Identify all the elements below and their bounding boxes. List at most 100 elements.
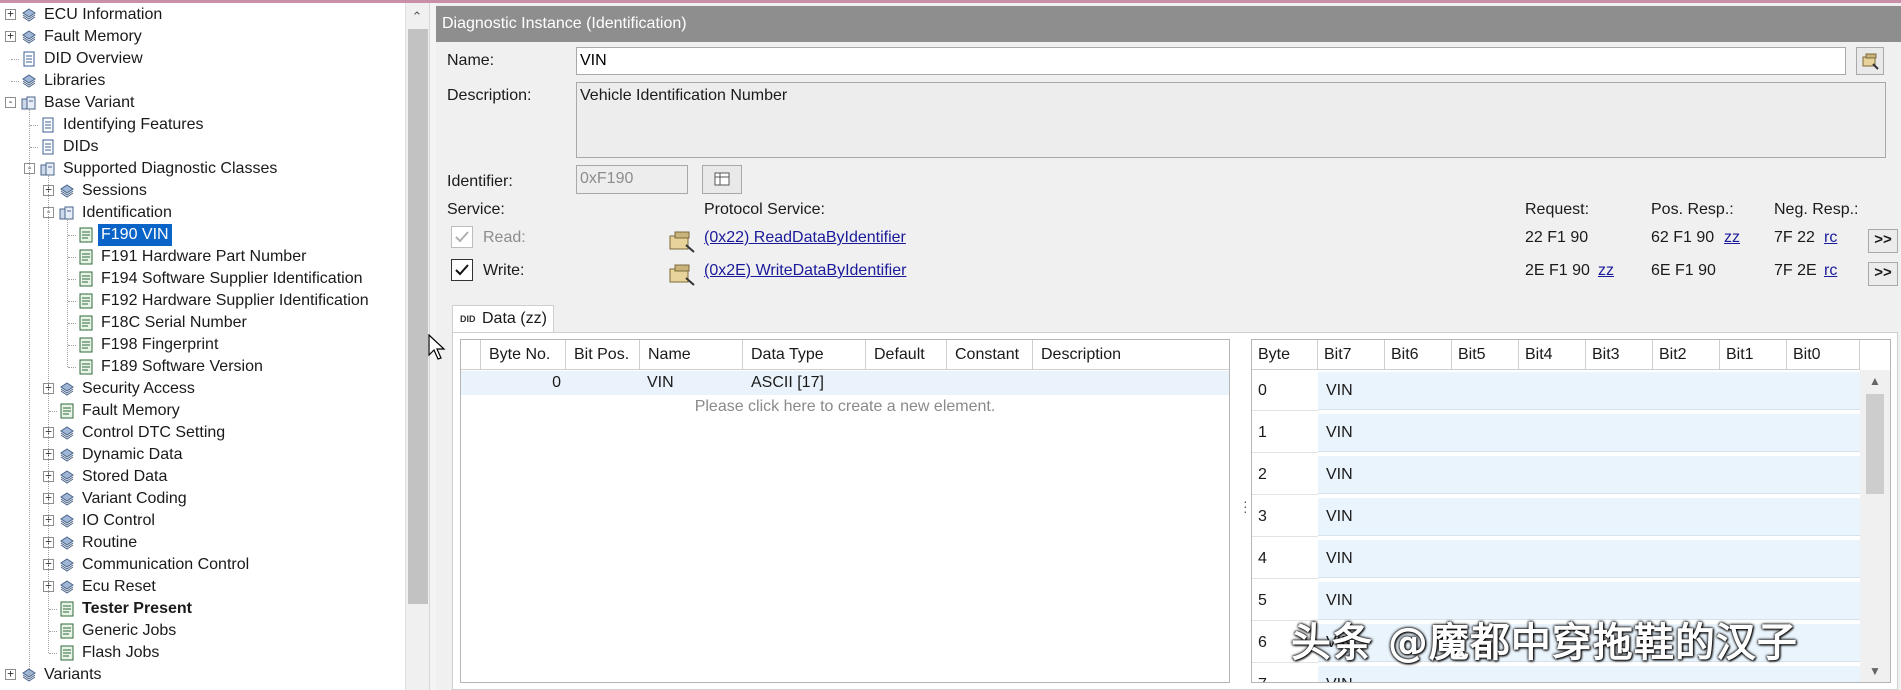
tree-item[interactable]: + Ecu Reset bbox=[0, 576, 405, 598]
column-header-bit-pos[interactable]: Bit Pos. bbox=[566, 340, 640, 370]
collapse-icon[interactable]: - bbox=[5, 96, 16, 108]
tree-item[interactable]: + Variants bbox=[0, 664, 405, 686]
write-checkbox[interactable] bbox=[451, 259, 473, 281]
tree-item[interactable]: - Identification bbox=[0, 202, 405, 224]
tree-item-label: Libraries bbox=[44, 72, 106, 89]
class-icon bbox=[60, 580, 74, 594]
read-neg-resp-link[interactable]: rc bbox=[1824, 228, 1837, 248]
write-service-edit-button[interactable] bbox=[667, 259, 697, 287]
name-input[interactable] bbox=[576, 47, 1846, 75]
bit-grid-scrollbar[interactable]: ▲ ▼ bbox=[1860, 370, 1890, 682]
tree-item[interactable]: F190 VIN bbox=[0, 224, 405, 246]
tree-item[interactable]: - Supported Diagnostic Classes bbox=[0, 158, 405, 180]
write-neg-resp-link[interactable]: rc bbox=[1824, 261, 1837, 281]
bit-grid-scrollbar-thumb[interactable] bbox=[1866, 394, 1884, 494]
column-header-name[interactable]: Name bbox=[640, 340, 743, 370]
tree-item[interactable]: Identifying Features bbox=[0, 114, 405, 136]
table-row[interactable]: 4 VIN bbox=[1252, 539, 1860, 579]
table-row[interactable]: 0 VIN ASCII [17] bbox=[461, 371, 1229, 395]
read-pos-resp-link[interactable]: zz bbox=[1724, 228, 1740, 248]
tree-item[interactable]: + ECU Information bbox=[0, 4, 405, 26]
read-protocol-service-link[interactable]: (0x22) ReadDataByIdentifier bbox=[704, 228, 906, 248]
table-row[interactable]: 5 VIN bbox=[1252, 581, 1860, 621]
tree-connector bbox=[68, 257, 76, 258]
write-protocol-service-link[interactable]: (0x2E) WriteDataByIdentifier bbox=[704, 261, 906, 281]
write-request-link[interactable]: zz bbox=[1598, 261, 1614, 281]
column-header-bit6: Bit6 bbox=[1385, 340, 1452, 370]
read-more-button[interactable]: >> bbox=[1868, 229, 1898, 253]
tree-item[interactable]: + Control DTC Setting bbox=[0, 422, 405, 444]
description-field[interactable]: Vehicle Identification Number bbox=[576, 82, 1886, 158]
read-service-edit-button[interactable] bbox=[667, 226, 697, 254]
checkmark-icon bbox=[455, 231, 469, 243]
tree-item[interactable]: + Sessions bbox=[0, 180, 405, 202]
name-label: Name: bbox=[447, 52, 495, 69]
tree-item[interactable]: F194 Software Supplier Identification bbox=[0, 268, 405, 290]
tree-item[interactable]: Flash Jobs bbox=[0, 642, 405, 664]
table-row[interactable]: 1 VIN bbox=[1252, 413, 1860, 453]
cell-name: VIN bbox=[647, 374, 674, 391]
expand-icon[interactable]: + bbox=[5, 668, 16, 680]
expand-icon[interactable]: + bbox=[5, 8, 16, 20]
identifier-field: 0xF190 bbox=[576, 165, 688, 194]
expand-icon[interactable]: + bbox=[5, 30, 16, 42]
tree-item[interactable]: DID Overview bbox=[0, 48, 405, 70]
tree-item-label: Variant Coding bbox=[82, 490, 187, 507]
tree-item[interactable]: DIDs bbox=[0, 136, 405, 158]
tree-item-label: F189 Software Version bbox=[101, 358, 263, 375]
create-element-hint[interactable]: Please click here to create a new elemen… bbox=[461, 396, 1229, 418]
document-icon bbox=[23, 51, 35, 67]
pos-resp-label: Pos. Resp.: bbox=[1651, 201, 1734, 218]
data-elements-grid[interactable]: Byte No. Bit Pos. Name Data Type Default… bbox=[460, 339, 1230, 683]
tree-item[interactable]: F192 Hardware Supplier Identification bbox=[0, 290, 405, 312]
class-icon bbox=[60, 536, 74, 550]
class-icon bbox=[22, 8, 36, 22]
tree-item[interactable]: F18C Serial Number bbox=[0, 312, 405, 334]
tree-item[interactable]: + Dynamic Data bbox=[0, 444, 405, 466]
tree-scrollbar[interactable]: ⌃ bbox=[405, 3, 429, 690]
class-icon bbox=[22, 30, 36, 44]
scroll-up-arrow-icon[interactable]: ⌃ bbox=[411, 10, 423, 23]
table-row[interactable]: 7VIN bbox=[1252, 665, 1860, 682]
scroll-down-arrow-icon[interactable]: ▼ bbox=[1869, 664, 1881, 678]
tree-item-label: ECU Information bbox=[44, 6, 163, 23]
scroll-up-arrow-icon[interactable]: ▲ bbox=[1869, 374, 1881, 388]
tree-item[interactable]: + Variant Coding bbox=[0, 488, 405, 510]
column-header-data-type[interactable]: Data Type bbox=[743, 340, 866, 370]
tree-item[interactable]: + Stored Data bbox=[0, 466, 405, 488]
column-header-constant[interactable]: Constant bbox=[947, 340, 1033, 370]
tree-scrollbar-thumb[interactable] bbox=[408, 29, 428, 604]
tree-item[interactable]: + IO Control bbox=[0, 510, 405, 532]
name-edit-button[interactable] bbox=[1856, 47, 1884, 75]
tree-item[interactable]: + Security Access bbox=[0, 378, 405, 400]
tree-item[interactable]: + Communication Control bbox=[0, 554, 405, 576]
tree-item[interactable]: Generic Jobs bbox=[0, 620, 405, 642]
tree-item[interactable]: F191 Hardware Part Number bbox=[0, 246, 405, 268]
tree-item[interactable]: F198 Fingerprint bbox=[0, 334, 405, 356]
navigation-tree[interactable]: + ECU Information + Fault Memory DID Overvie… bbox=[0, 3, 432, 690]
column-header-description[interactable]: Description bbox=[1033, 340, 1229, 370]
write-more-button[interactable]: >> bbox=[1868, 262, 1898, 286]
tab-data[interactable]: DID Data (zz) bbox=[452, 305, 554, 332]
description-label: Description: bbox=[447, 87, 532, 104]
instance-icon bbox=[79, 271, 93, 287]
column-header-default[interactable]: Default bbox=[866, 340, 947, 370]
table-row[interactable]: 0 VIN bbox=[1252, 371, 1860, 411]
instance-icon bbox=[60, 601, 74, 617]
tree-item[interactable]: - Base Variant bbox=[0, 92, 405, 114]
tree-item[interactable]: + Fault Memory bbox=[0, 26, 405, 48]
service-label: Service: bbox=[447, 201, 505, 218]
tree-item[interactable]: Tester Present bbox=[0, 598, 405, 620]
edit-properties-icon bbox=[1862, 53, 1879, 70]
tree-item[interactable]: Fault Memory bbox=[0, 400, 405, 422]
column-header-byte-no[interactable]: Byte No. bbox=[481, 340, 566, 370]
tree-item[interactable]: F189 Software Version bbox=[0, 356, 405, 378]
tree-guide-line bbox=[48, 175, 49, 653]
table-row[interactable]: 2 VIN bbox=[1252, 455, 1860, 495]
tree-item[interactable]: + Routine bbox=[0, 532, 405, 554]
tree-connector bbox=[49, 609, 57, 610]
tree-item[interactable]: Libraries bbox=[0, 70, 405, 92]
table-row[interactable]: 3 VIN bbox=[1252, 497, 1860, 537]
identifier-select-button[interactable] bbox=[702, 165, 742, 194]
tree-item-label: F194 Software Supplier Identification bbox=[101, 270, 363, 287]
